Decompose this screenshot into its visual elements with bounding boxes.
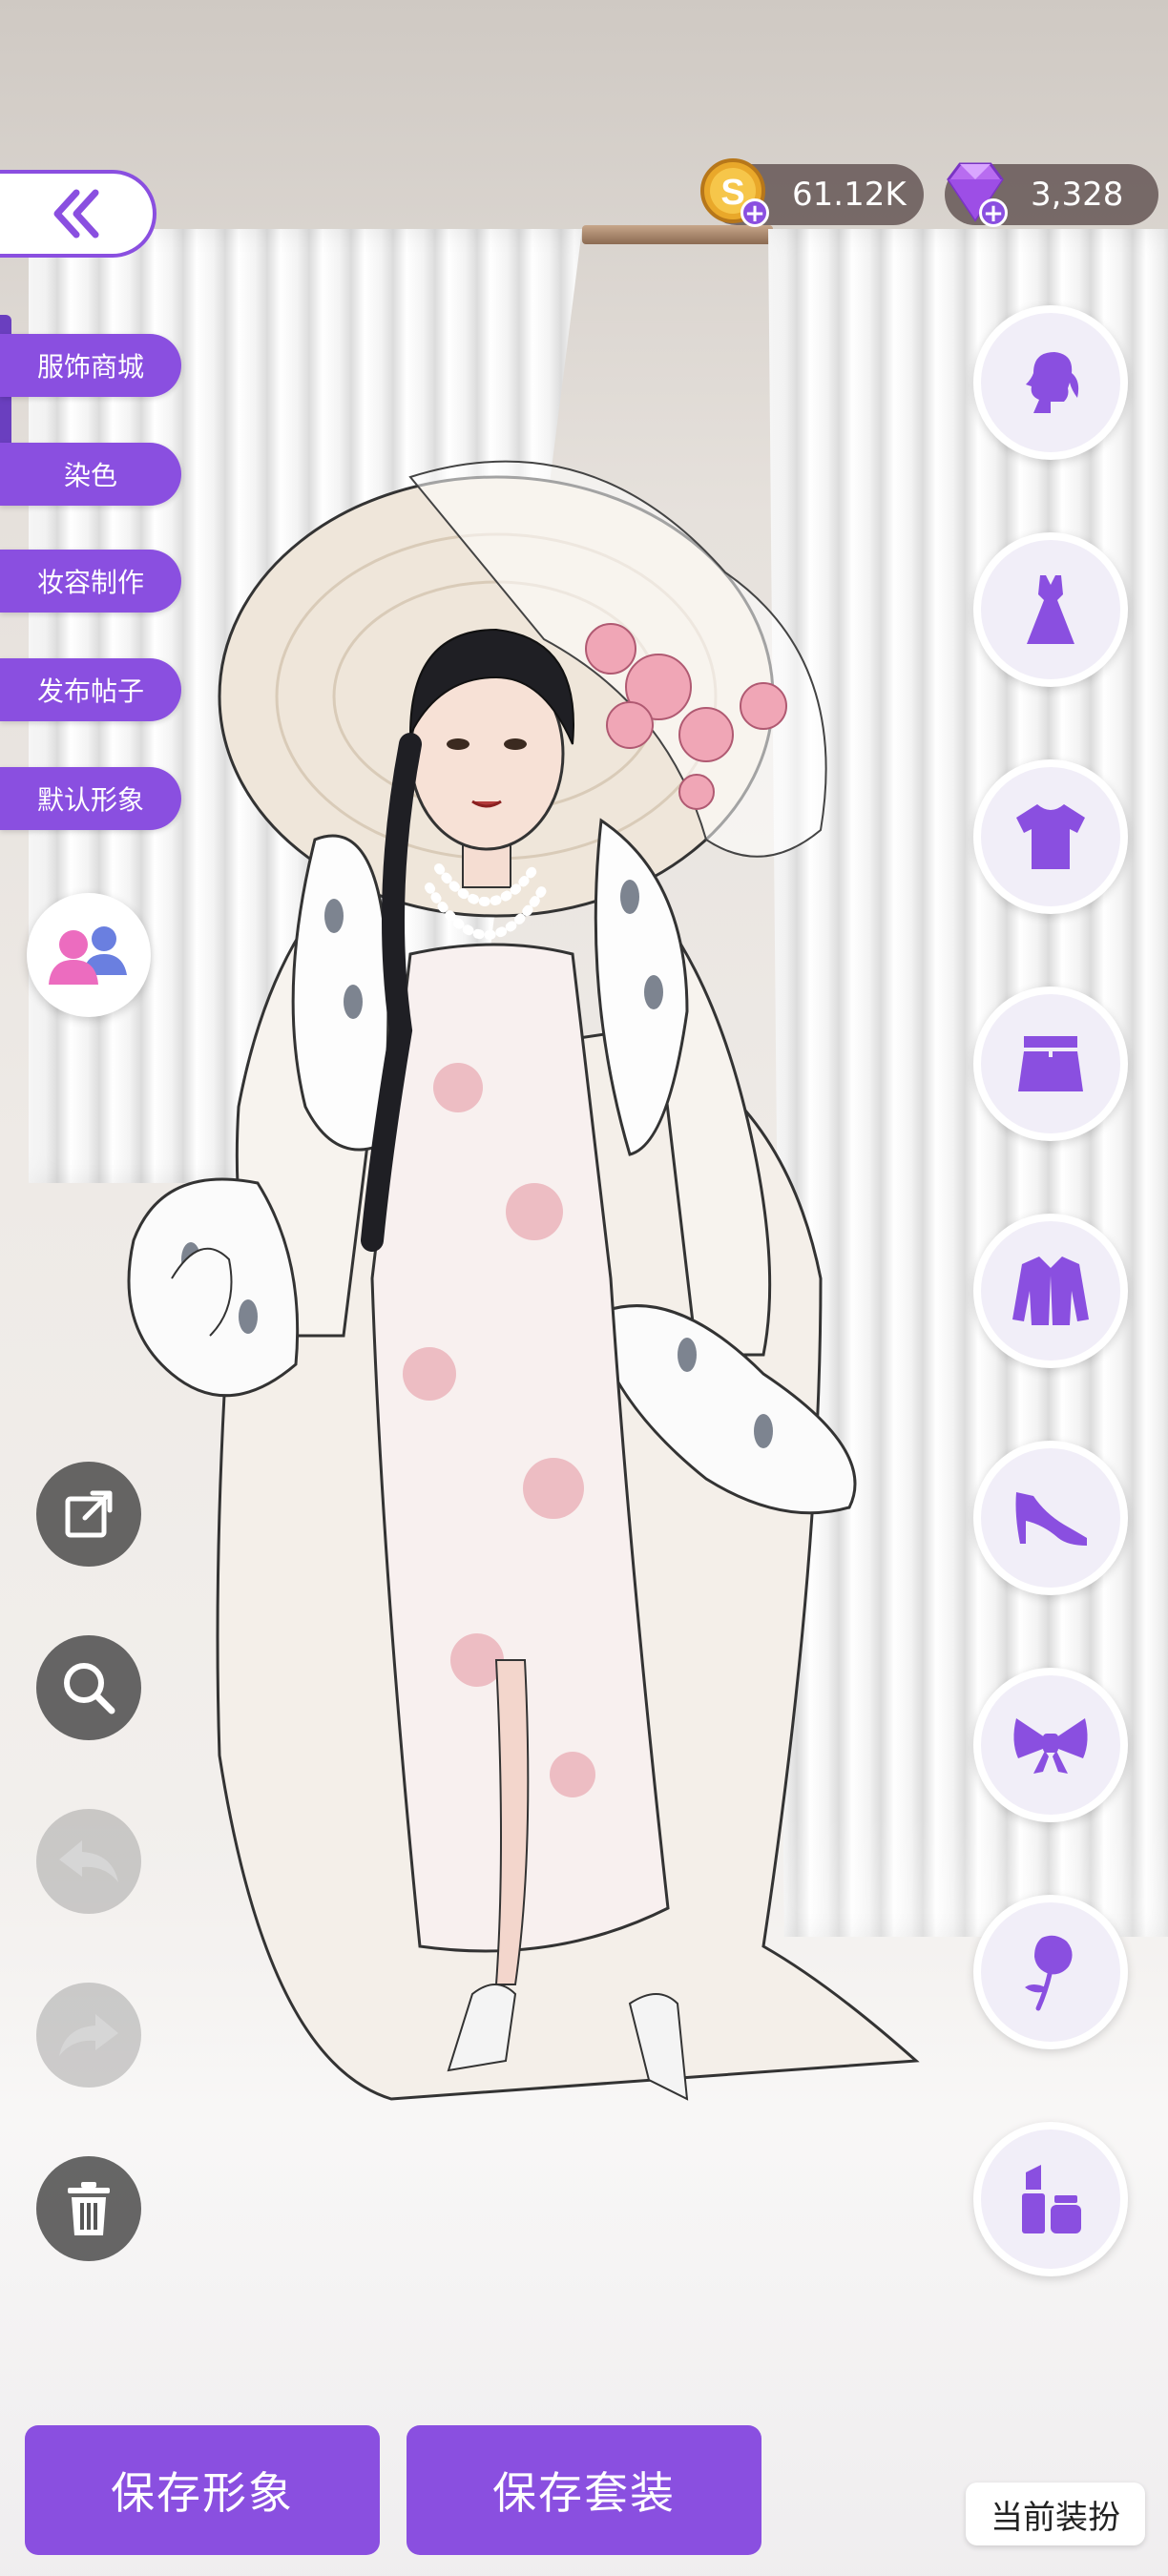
back-button[interactable] — [0, 170, 156, 258]
gem-amount: 3,328 — [1031, 176, 1124, 214]
add-coins-button[interactable]: + — [740, 198, 769, 227]
coin-amount: 61.12K — [792, 176, 907, 214]
menu-makeup-creation[interactable]: 妆容制作 — [0, 550, 181, 613]
menu-label: 服饰商城 — [36, 351, 144, 383]
redo-button[interactable] — [36, 1983, 141, 2088]
category-dress[interactable] — [973, 532, 1128, 687]
friends-button[interactable] — [27, 893, 151, 1017]
high-heel-icon — [1015, 1492, 1087, 1546]
dress-icon — [1027, 575, 1074, 644]
menu-dye[interactable]: 染色 — [0, 443, 181, 506]
purple-diamond-icon: + — [937, 156, 1013, 233]
category-hair[interactable] — [973, 305, 1128, 460]
magnifier-icon — [64, 1663, 115, 1714]
character-avatar — [127, 460, 920, 2101]
menu-label: 染色 — [63, 460, 117, 491]
current-look-label: 当前装扮 — [991, 2498, 1120, 2537]
menu-label: 妆容制作 — [36, 567, 144, 598]
gem-balance[interactable]: + 3,328 — [945, 162, 1158, 227]
double-chevron-left-icon — [53, 189, 99, 239]
save-outfit-label: 保存套装 — [492, 2467, 676, 2519]
undo-button[interactable] — [36, 1809, 141, 1914]
add-gems-button[interactable]: + — [979, 198, 1008, 227]
category-bottom[interactable] — [973, 987, 1128, 1141]
category-special[interactable] — [973, 1895, 1128, 2049]
undo-icon — [59, 1840, 118, 1882]
hair-silhouette-icon — [1026, 352, 1079, 413]
lipstick-icon — [1022, 2165, 1081, 2233]
category-makeup[interactable] — [973, 2122, 1128, 2276]
coin-balance[interactable]: S + 61.12K — [700, 158, 924, 227]
menu-label: 发布帖子 — [36, 675, 144, 707]
trash-icon — [68, 2182, 110, 2235]
menu-clothing-store[interactable]: 服饰商城 — [0, 334, 181, 397]
redo-icon — [59, 2014, 118, 2056]
rose-icon — [1025, 1935, 1073, 2011]
tshirt-icon — [1016, 804, 1085, 869]
jacket-icon — [1012, 1257, 1089, 1325]
save-outfit-button[interactable]: 保存套装 — [407, 2425, 761, 2555]
save-look-label: 保存形象 — [111, 2467, 294, 2519]
current-look-button[interactable]: 当前装扮 — [966, 2483, 1145, 2545]
category-accessory[interactable] — [973, 1668, 1128, 1822]
category-shoes[interactable] — [973, 1441, 1128, 1595]
gold-coin-icon: S + — [699, 156, 775, 233]
zoom-button[interactable] — [36, 1635, 141, 1740]
bow-icon — [1013, 1718, 1088, 1774]
save-look-button[interactable]: 保存形象 — [25, 2425, 380, 2555]
menu-publish-post[interactable]: 发布帖子 — [0, 658, 181, 721]
share-button[interactable] — [36, 1462, 141, 1567]
category-jacket[interactable] — [973, 1214, 1128, 1368]
category-top[interactable] — [973, 759, 1128, 914]
menu-label: 默认形象 — [36, 784, 144, 816]
skirt-icon — [1018, 1036, 1083, 1091]
clear-button[interactable] — [36, 2156, 141, 2261]
external-link-icon — [65, 1490, 113, 1538]
people-icon — [49, 926, 127, 985]
menu-default-look[interactable]: 默认形象 — [0, 767, 181, 830]
